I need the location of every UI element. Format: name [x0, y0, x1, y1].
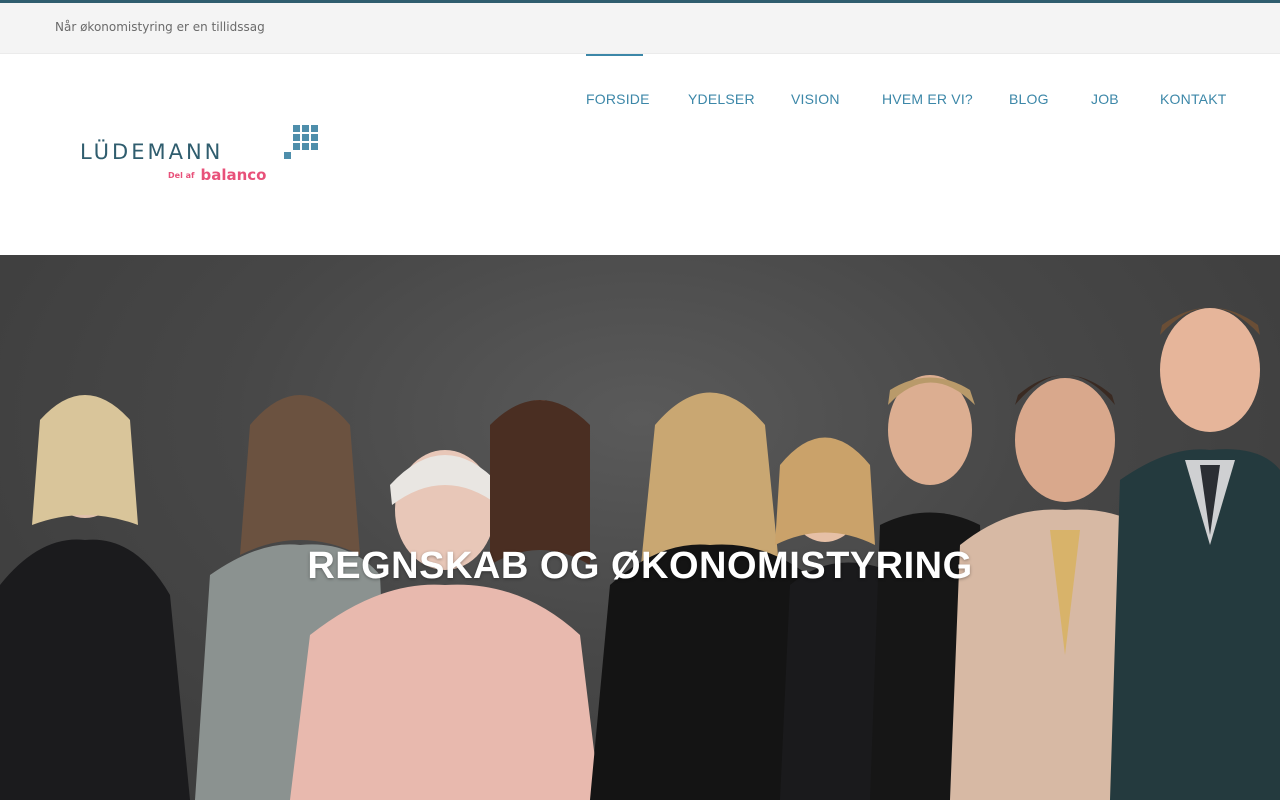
nav-item-forside[interactable]: FORSIDE: [586, 91, 650, 107]
tagline: Når økonomistyring er en tillidssag: [55, 20, 265, 34]
logo-subline: Del af balanco: [168, 165, 266, 184]
nav-item-kontakt[interactable]: KONTAKT: [1160, 91, 1226, 107]
nav-item-ydelser[interactable]: YDELSER: [688, 91, 755, 107]
nav-active-indicator: [586, 54, 643, 56]
nav-item-hvem-er-vi[interactable]: HVEM ER VI?: [882, 91, 973, 107]
nav-item-job[interactable]: JOB: [1091, 91, 1119, 107]
top-bar: Når økonomistyring er en tillidssag: [0, 0, 1280, 54]
nav-item-vision[interactable]: VISION: [791, 91, 840, 107]
hero-title: REGNSKAB OG ØKONOMISTYRING: [307, 545, 973, 587]
site-header: LÜDEMANN Del af balanco FORSIDE YDELSER V…: [0, 54, 1280, 255]
main-nav: FORSIDE YDELSER VISION HVEM ER VI? BLOG …: [0, 54, 1280, 154]
logo-sub-prefix: Del af: [168, 171, 195, 180]
nav-item-blog[interactable]: BLOG: [1009, 91, 1049, 107]
team-photo: [0, 307, 1280, 800]
hero-banner: REGNSKAB OG ØKONOMISTYRING: [0, 255, 1280, 800]
logo-sub-brand: balanco: [200, 166, 267, 184]
